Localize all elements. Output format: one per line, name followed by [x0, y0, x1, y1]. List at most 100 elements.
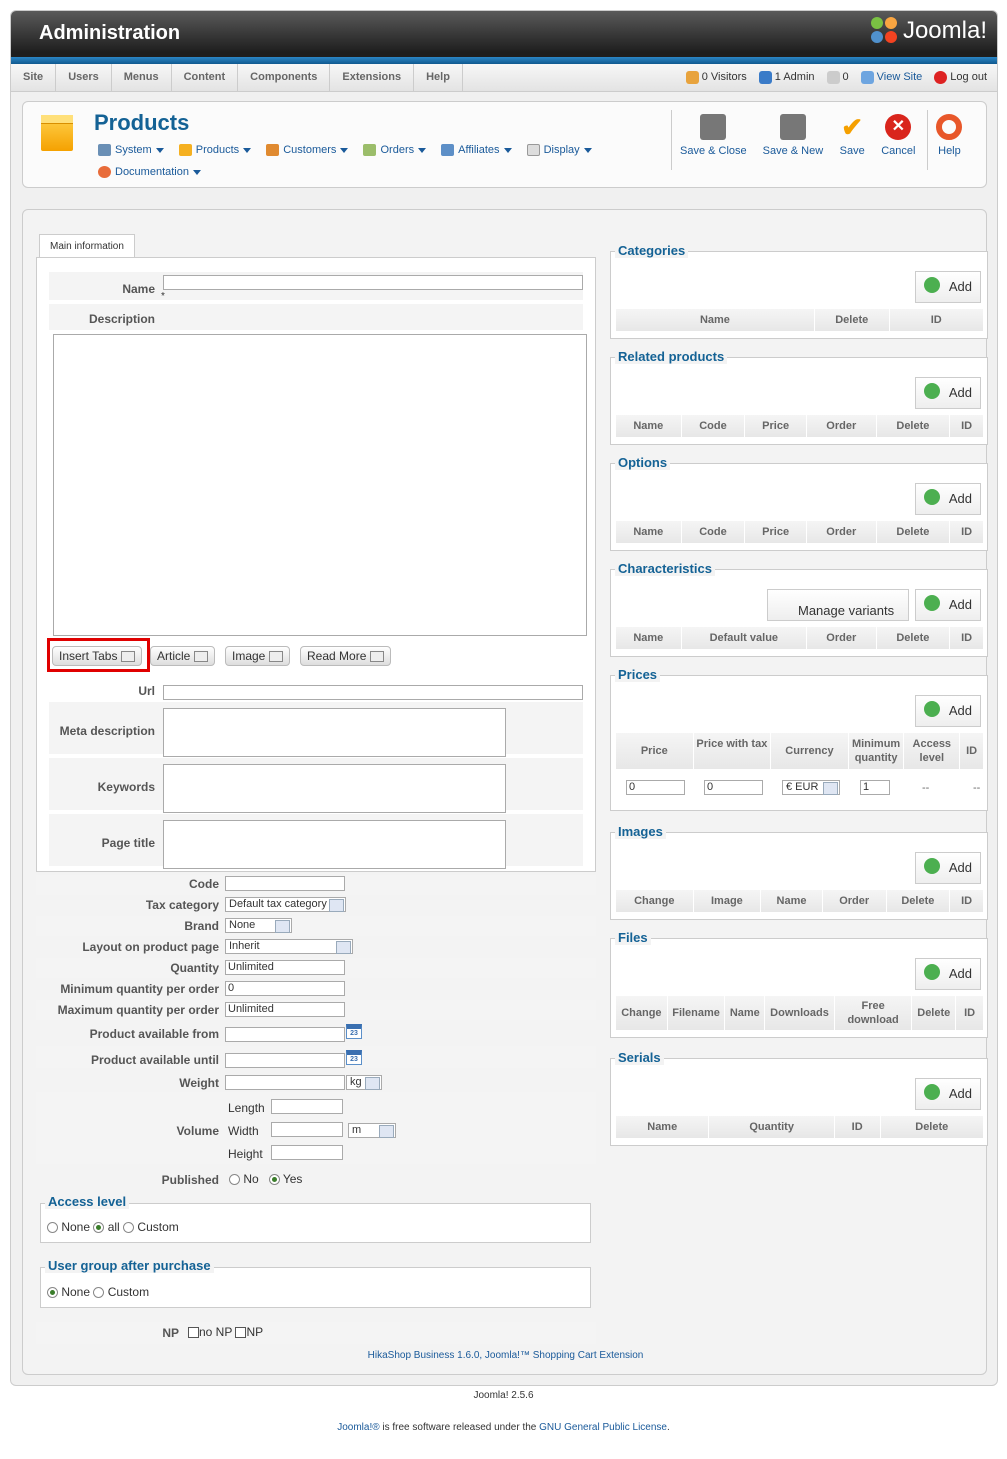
group-custom-radio[interactable]	[93, 1287, 105, 1299]
group-none-label: None	[61, 1285, 91, 1299]
submenu-affiliates[interactable]: Affiliates	[441, 139, 512, 161]
height-input[interactable]	[271, 1145, 343, 1160]
manage-variants-button[interactable]: Manage variants	[767, 589, 909, 621]
access-level-radios: None all Custom	[47, 1220, 179, 1234]
length-input[interactable]	[271, 1099, 343, 1114]
tab-main-information[interactable]: Main information	[39, 234, 135, 257]
save-new-button[interactable]: Save & New	[755, 110, 832, 170]
menu-help[interactable]: Help	[414, 64, 463, 91]
published-no-radio[interactable]	[229, 1174, 240, 1186]
image-label: Image	[232, 649, 266, 663]
brand-select[interactable]: None	[225, 918, 292, 933]
view-site-link[interactable]: View Site	[860, 64, 923, 91]
group-none-radio[interactable]	[47, 1287, 58, 1299]
user-group-radios: None Custom	[47, 1285, 149, 1299]
access-all-label: all	[107, 1220, 120, 1234]
price-with-tax-input[interactable]: 0	[704, 780, 763, 795]
add-related-button[interactable]: Add	[915, 377, 981, 409]
price-input[interactable]: 0	[626, 780, 685, 795]
layout-select[interactable]: Inherit	[225, 939, 353, 954]
volume-unit-select[interactable]: m	[348, 1123, 396, 1138]
add-price-button[interactable]: Add	[915, 695, 981, 727]
submenu-documentation[interactable]: Documentation	[98, 161, 201, 183]
access-custom-radio[interactable]	[123, 1222, 135, 1234]
characteristics-panel: Characteristics Manage variants Add Name…	[610, 561, 988, 657]
logout-link[interactable]: Log out	[934, 64, 987, 91]
add-label: Add	[948, 385, 972, 400]
max-quantity-input[interactable]: Unlimited	[225, 1002, 345, 1017]
code-input[interactable]	[225, 876, 345, 891]
logout-text: Log out	[950, 71, 987, 83]
messages-status[interactable]: 0	[826, 64, 849, 91]
description-editor[interactable]	[53, 334, 587, 636]
submenu-orders[interactable]: Orders	[363, 139, 427, 161]
minimum-quantity-input[interactable]: 1	[860, 780, 890, 795]
submenu-customers[interactable]: Customers	[266, 139, 349, 161]
width-input[interactable]	[271, 1122, 343, 1137]
no-np-checkbox[interactable]	[188, 1327, 199, 1339]
published-label: Published	[161, 1173, 219, 1187]
keywords-input[interactable]	[163, 764, 506, 813]
insert-tabs-button[interactable]: Insert Tabs	[52, 646, 143, 666]
view-site-text: View Site	[876, 71, 923, 83]
monitor-icon	[860, 71, 874, 84]
menu-components[interactable]: Components	[238, 64, 331, 91]
hikashop-credit-link[interactable]: HikaShop Business 1.6.0, Joomla!™ Shoppi…	[23, 1350, 988, 1361]
admin-status[interactable]: 1 Admin	[758, 64, 815, 91]
admin-users-icon	[758, 71, 772, 84]
calendar-icon[interactable]: 23	[346, 1050, 362, 1065]
currency-select[interactable]: € EUR	[782, 780, 840, 795]
save-button[interactable]: ✔ Save	[831, 110, 873, 170]
np-checkbox[interactable]	[235, 1327, 247, 1339]
col-change: Change	[616, 996, 668, 1030]
user-group-legend: User group after purchase	[45, 1258, 214, 1273]
weight-unit-select[interactable]: kg	[346, 1075, 382, 1090]
submenu-display[interactable]: Display	[526, 139, 592, 161]
add-serial-button[interactable]: Add	[915, 1078, 981, 1110]
menu-site[interactable]: Site	[11, 64, 57, 91]
article-button[interactable]: Article	[150, 646, 216, 666]
col-delete: Delete	[877, 627, 951, 649]
related-products-title: Related products	[615, 349, 728, 364]
tax-category-select[interactable]: Default tax category	[225, 897, 346, 912]
quantity-input[interactable]: Unlimited	[225, 960, 345, 975]
cancel-button[interactable]: ✕ Cancel	[873, 110, 929, 170]
meta-description-input[interactable]	[163, 708, 506, 757]
image-button[interactable]: Image	[225, 646, 291, 666]
submenu-products[interactable]: Products	[178, 139, 252, 161]
weight-input[interactable]	[225, 1075, 345, 1090]
published-yes-radio[interactable]	[268, 1174, 280, 1186]
save-close-button[interactable]: Save & Close	[672, 110, 755, 170]
joomla-link[interactable]: Joomla!®	[337, 1422, 379, 1433]
save-close-icon	[700, 114, 727, 140]
calendar-icon[interactable]: 23	[346, 1024, 362, 1039]
menu-menus[interactable]: Menus	[112, 64, 172, 91]
col-id: ID	[960, 733, 985, 769]
menu-content[interactable]: Content	[172, 64, 239, 91]
help-button[interactable]: Help	[928, 110, 970, 170]
page-title-input[interactable]	[163, 820, 506, 869]
add-characteristic-button[interactable]: Add	[915, 589, 981, 621]
available-until-input[interactable]	[225, 1053, 345, 1068]
chevron-down-icon	[583, 147, 592, 153]
add-option-button[interactable]: Add	[915, 483, 981, 515]
add-image-button[interactable]: Add	[915, 852, 981, 884]
visitors-status[interactable]: 0 Visitors	[685, 64, 747, 91]
min-quantity-label: Minimum quantity per order	[60, 982, 219, 996]
access-all-radio[interactable]	[93, 1222, 105, 1234]
add-label: Add	[948, 860, 972, 875]
description-label: Description	[88, 312, 155, 326]
access-none-radio[interactable]	[47, 1222, 58, 1234]
add-file-button[interactable]: Add	[915, 958, 981, 990]
add-category-button[interactable]: Add	[915, 271, 981, 303]
min-quantity-input[interactable]: 0	[225, 981, 345, 996]
height-label: Height	[228, 1147, 263, 1161]
submenu-system[interactable]: System	[98, 139, 164, 161]
menu-extensions[interactable]: Extensions	[330, 64, 415, 91]
read-more-button[interactable]: Read More	[300, 646, 392, 666]
name-input[interactable]	[163, 275, 583, 290]
url-input[interactable]	[163, 685, 583, 700]
menu-users[interactable]: Users	[56, 64, 112, 91]
gpl-link[interactable]: GNU General Public License	[539, 1422, 667, 1433]
available-from-input[interactable]	[225, 1027, 345, 1042]
